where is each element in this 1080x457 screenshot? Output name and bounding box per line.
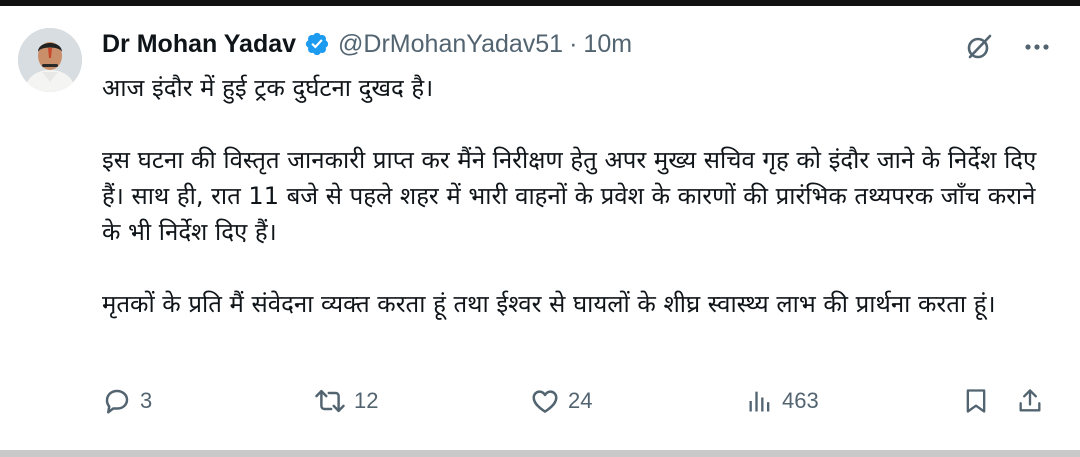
- bookmark-button[interactable]: [962, 381, 990, 421]
- tweet-paragraph: इस घटना की विस्तृत जानकारी प्राप्त कर मै…: [102, 146, 1037, 246]
- reply-count: 3: [140, 388, 153, 413]
- like-button[interactable]: 24: [530, 381, 592, 421]
- author-handle[interactable]: @DrMohanYadav51: [338, 30, 563, 59]
- tweet-card[interactable]: Dr Mohan Yadav @DrMohanYadav51 · 10m आज …: [0, 6, 1080, 450]
- reply-button[interactable]: 3: [102, 381, 152, 421]
- author-name[interactable]: Dr Mohan Yadav: [102, 30, 296, 59]
- tweet-header: Dr Mohan Yadav @DrMohanYadav51 · 10m: [102, 28, 632, 60]
- views-icon: [746, 386, 774, 416]
- bottom-screen-edge: [0, 450, 1080, 457]
- tweet-paragraph: मृतकों के प्रति मैं संवेदना व्यक्त करता …: [102, 290, 996, 318]
- tweet-top-actions: [964, 32, 1052, 62]
- more-icon[interactable]: [1022, 32, 1052, 62]
- share-icon: [1016, 386, 1044, 416]
- tweet-text: आज इंदौर में हुई ट्रक दुर्घटना दुखद है। …: [102, 70, 1042, 322]
- separator-dot: ·: [569, 29, 578, 58]
- repost-count: 12: [354, 388, 379, 413]
- view-count: 463: [782, 388, 819, 413]
- like-icon: [530, 386, 560, 416]
- tweet-actions: 3 12 24 463: [102, 381, 1052, 421]
- repost-button[interactable]: 12: [314, 381, 378, 421]
- bookmark-icon: [962, 386, 990, 416]
- views-button[interactable]: 463: [746, 381, 819, 421]
- like-count: 24: [568, 388, 593, 413]
- reply-icon: [102, 386, 132, 416]
- share-button[interactable]: [1016, 381, 1044, 421]
- avatar[interactable]: [18, 28, 82, 92]
- repost-icon: [314, 386, 346, 416]
- grok-icon[interactable]: [964, 32, 994, 62]
- tweet-paragraph: आज इंदौर में हुई ट्रक दुर्घटना दुखद है।: [102, 74, 434, 102]
- verified-badge-icon: [304, 31, 330, 57]
- timestamp[interactable]: 10m: [583, 30, 632, 59]
